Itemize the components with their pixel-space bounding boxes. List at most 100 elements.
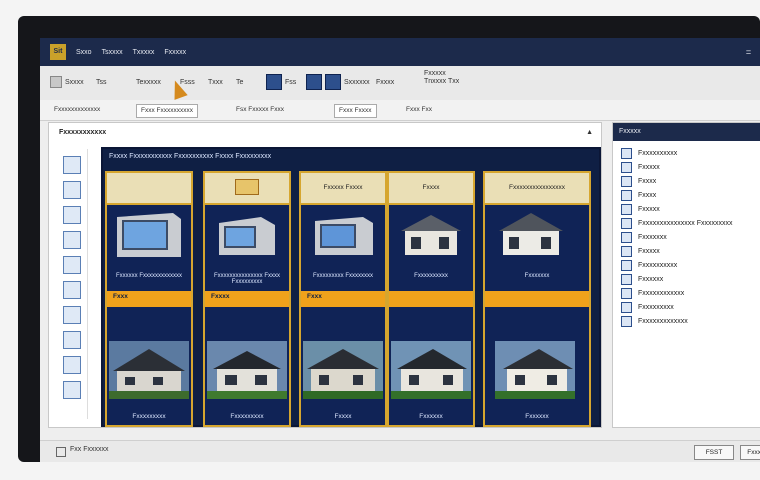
ribbon-toolbar: Sxxxx Tss Texxxxx Fsss Txxx Te Fss Sxxxx… [40,66,760,101]
monitor-bezel: Sit Sxxo Tsxxxx Txxxxx Fxxxxx = \| Sxxxx… [18,16,760,462]
catalog-column[interactable]: Fxxxxxx Fxxxxxxxxxxxxx Fxxx Fxxxxxxxxx [105,171,193,427]
ribbon-right-group[interactable]: Fxxxxx Tnxxxx Txx [424,70,459,94]
property-label: Fxxxx [638,177,657,185]
property-item[interactable]: Fxxxxxxx [621,231,667,243]
property-icon [621,147,632,159]
property-label: Fxxxxx [638,205,660,213]
toolbar-field-4[interactable]: Fxxx Fxxxx [334,104,377,118]
title-bar: Sit Sxxo Tsxxxx Txxxxx Fxxxxx = \| [40,38,760,66]
property-icon [621,161,632,173]
property-item[interactable]: Fxxxx [621,175,656,187]
catalog-column[interactable]: Fxxxxxxxxxxxxxxxx Fxxxxxxx Fxxxxxx [483,171,591,427]
status-button-2[interactable]: Fxxxxxx [740,445,760,460]
house-photo [207,341,287,399]
thumbnail[interactable] [63,181,81,199]
property-item[interactable]: Fxxxxxxxxxxxx [621,287,684,299]
toolbar-field-2[interactable]: Fxxx Fxxxxxxxxxx [136,104,198,118]
collapse-arrow-icon[interactable]: ▲ [586,129,593,136]
status-icon [56,447,66,457]
property-item[interactable]: Fxxxxxx [621,273,663,285]
property-item[interactable]: Fxxxxxxxxxxxxxxx Fxxxxxxxxx [621,217,733,229]
thumbnail[interactable] [63,306,81,324]
ribbon-item-2[interactable]: Tss [96,70,107,94]
column-caption: Fxxxxxxxxx Fxxxxxxxx [313,273,373,279]
app-window: Sit Sxxo Tsxxxx Txxxxx Fxxxxx = \| Sxxxx… [40,38,760,462]
column-caption: Fxxxxxxx [524,273,550,279]
property-label: Fxxxxxxxxxxxxx [638,317,688,325]
column-header: Fxxxx [389,173,473,205]
property-item[interactable]: Fxxxxxxxxxx [621,147,677,159]
property-item[interactable]: Fxxxxx [621,161,660,173]
band-label: Fxxx [113,293,128,300]
ribbon-item-6[interactable]: Te [236,70,243,94]
thumbnail[interactable] [63,256,81,274]
column-caption: Fxxxxxxxxx [230,413,264,420]
column-header: Fxxxxx Fxxxx [301,173,385,205]
status-button-1[interactable]: FSST [694,445,734,460]
thumbnail[interactable] [63,231,81,249]
thumbnail[interactable] [63,381,81,399]
ribbon-item-7[interactable]: Fss [266,70,296,94]
ribbon-item-5[interactable]: Txxx [208,70,223,94]
property-item[interactable]: Fxxxxxxxxx [621,301,674,313]
property-icon [621,245,632,257]
catalog-column[interactable]: Fxxxxx Fxxxx Fxxxxxxxxx Fxxxxxxxx Fxxx F… [299,171,387,427]
column-caption: Fxxxxxxxxxxxxxxx Fxxxx Fxxxxxxxxx [214,273,280,285]
column-caption: Fxxxxxx Fxxxxxxxxxxxxx [116,273,182,279]
ribbon-item-3[interactable]: Texxxxx [136,70,161,94]
window-model-image [117,213,181,257]
toolbar-field-3[interactable]: Fsx Fxxxxx Fxxx [236,104,284,116]
thumbnail-strip [59,149,88,419]
property-item[interactable]: Fxxxxx [621,245,660,257]
band-label: Fxxxx [211,293,230,300]
property-item[interactable]: Fxxxxxxxxxx [621,259,677,271]
ribbon-item-1[interactable]: Sxxxx [50,70,84,94]
menu-item-4[interactable]: Fxxxxx [164,49,186,56]
toolbar-field-5[interactable]: Fxxx Fxx [406,104,432,116]
catalog-column[interactable]: Fxxxxxxxxxxxxxxx Fxxxx Fxxxxxxxxx Fxxxx … [203,171,291,427]
tool-icon [50,76,62,88]
property-label: Fxxxxxxxxxxxx [638,289,685,297]
thumbnail[interactable] [63,281,81,299]
thumbnail[interactable] [63,331,81,349]
property-icon [621,259,632,271]
catalog-column[interactable]: Fxxxx Fxxxxxxxxxx Fxxxxxx [387,171,475,427]
secondary-toolbar: Fxxxxxxxxxxxxx Fxxx Fxxxxxxxxxx Fsx Fxxx… [40,100,760,121]
window-model-image [219,217,275,255]
ribbon-label: Fxxxx [376,78,395,86]
property-icon [621,301,632,313]
thumbnail[interactable] [63,156,81,174]
property-icon [621,217,632,229]
property-label: Fxxxxxxxxxx [638,149,678,157]
menu-item-3[interactable]: Txxxxx [133,49,155,56]
ribbon-item-9[interactable]: Fxxxx [376,70,394,94]
property-item[interactable]: Fxxxx [621,189,656,201]
house-photo [495,341,575,399]
column-caption: Fxxxxxx [419,413,443,420]
status-bar: Fxx Fxxxxxx FSST Fxxxxxx [40,440,760,462]
thumbnail[interactable] [63,356,81,374]
toolbar-field-1[interactable]: Fxxxxxxxxxxxxx [54,104,100,116]
property-icon [621,273,632,285]
house-model-image [401,215,461,255]
property-label: Fxxxxxxxxxx [638,261,678,269]
thumbnail[interactable] [63,206,81,224]
property-label: Fxxxx [638,191,657,199]
ribbon-label: Te [236,78,244,86]
house-model-image [499,213,563,255]
property-icon [621,315,632,327]
column-caption: Fxxxxxx [525,413,549,420]
menu-item-1[interactable]: Sxxo [76,49,92,56]
property-label: Fxxxxxxxxx [638,303,674,311]
ribbon-label: Sxxxxxx [344,78,370,86]
doc-icon [235,179,259,196]
ribbon-label: Fss [285,78,297,86]
band-label: Fxxx [307,293,322,300]
minimize-button[interactable]: = [746,47,751,57]
column-header [205,173,289,205]
property-item[interactable]: Fxxxxxxxxxxxxx [621,315,688,327]
property-icon [621,287,632,299]
ribbon-item-8[interactable]: Sxxxxxx [306,70,370,94]
menu-item-2[interactable]: Tsxxxx [102,49,123,56]
property-item[interactable]: Fxxxxx [621,203,660,215]
